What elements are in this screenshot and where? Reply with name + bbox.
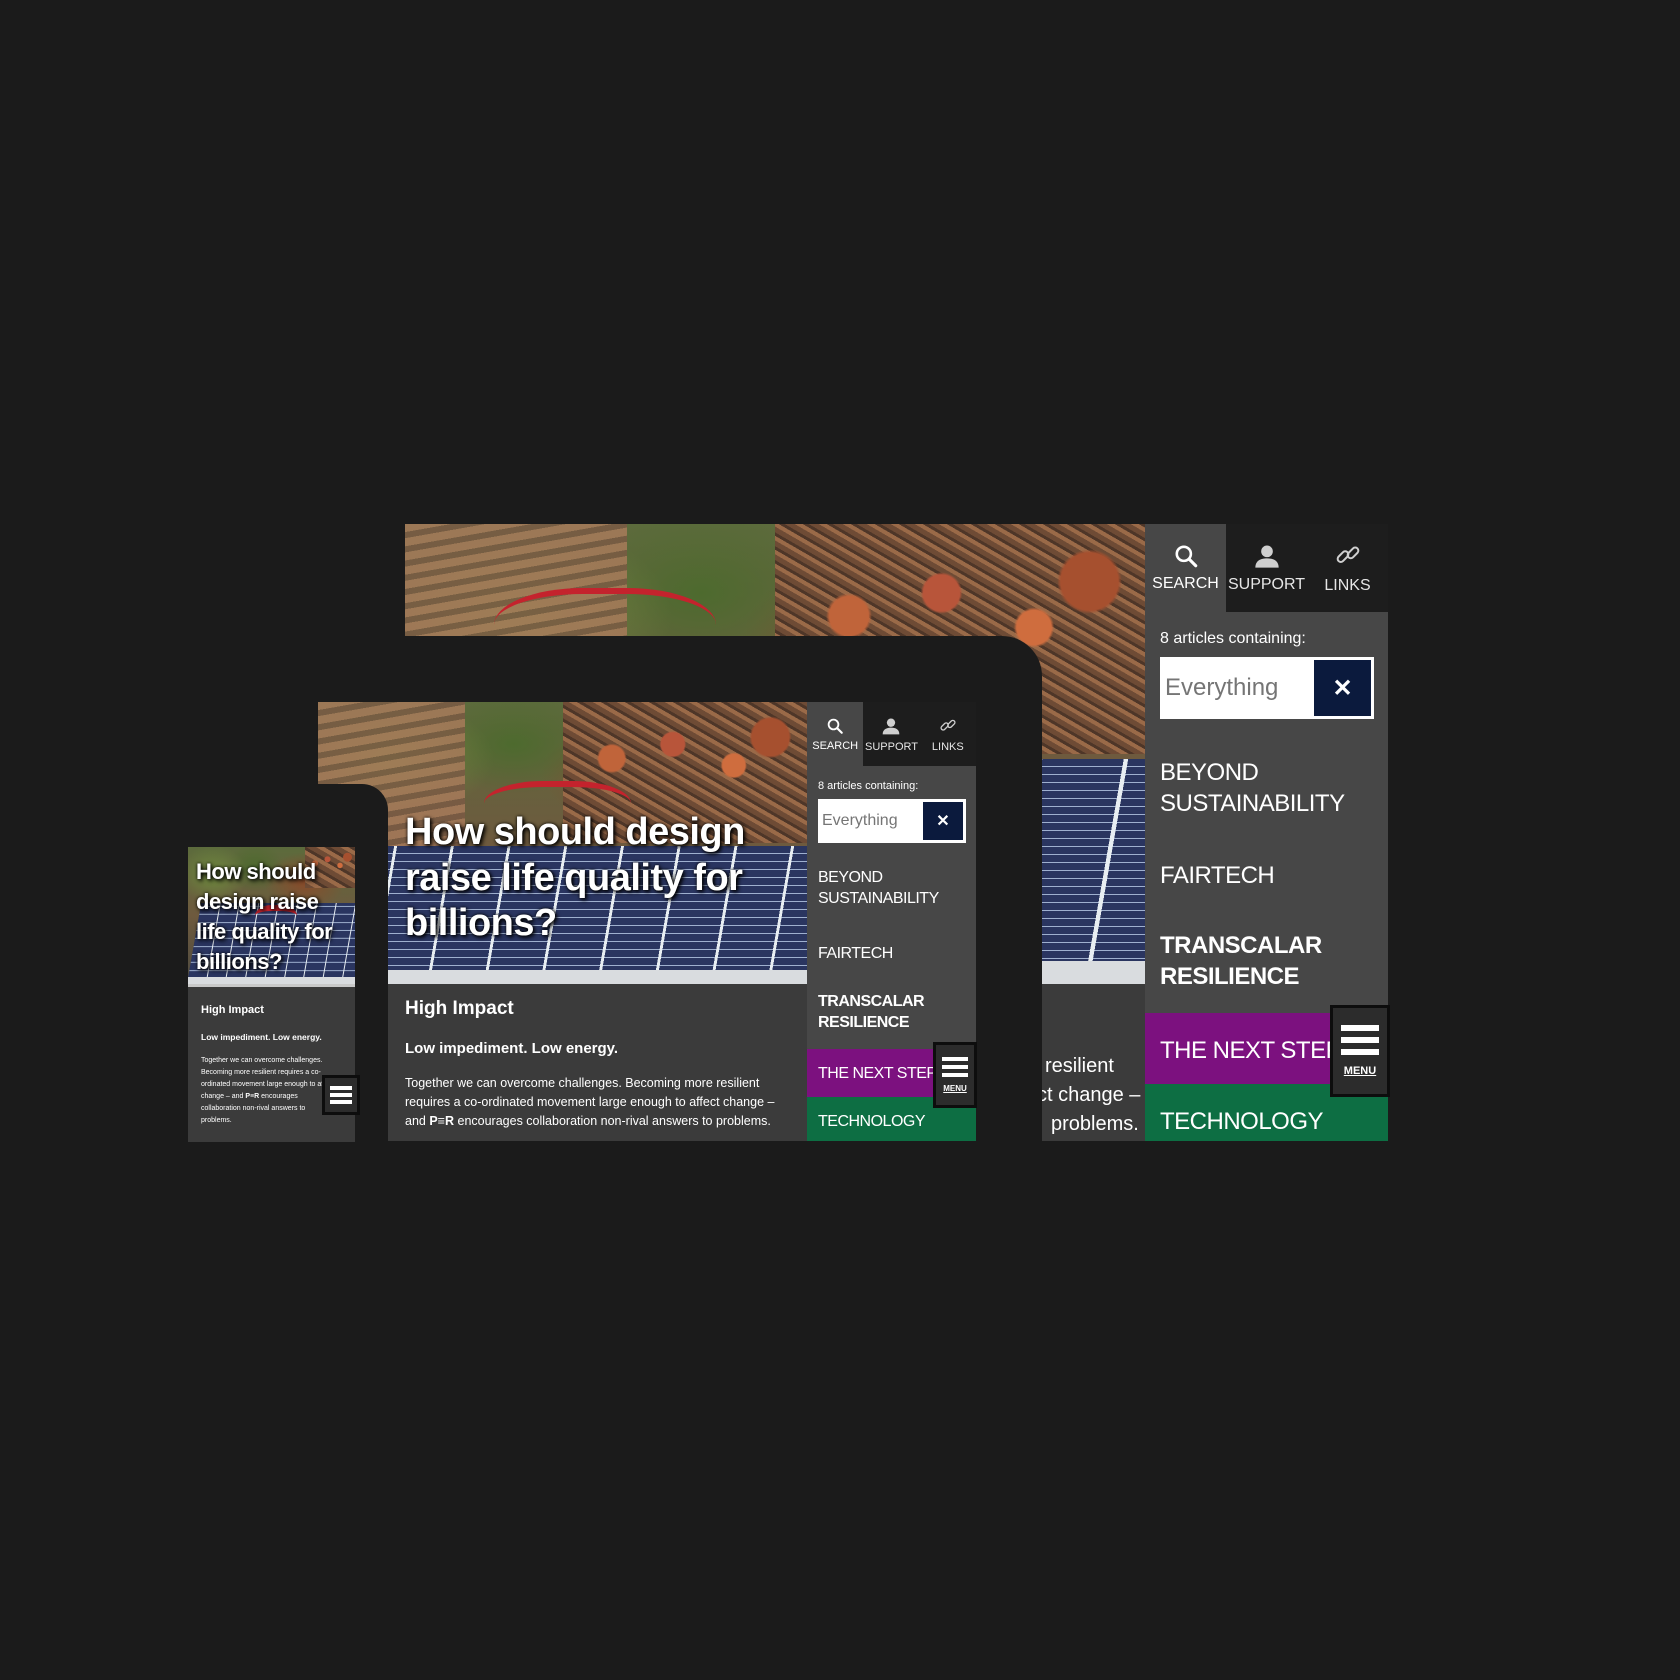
tablet-search-box: ✕ — [818, 799, 966, 843]
user-icon — [883, 718, 900, 734]
article-body: Together we can overcome challenges. Bec… — [405, 1076, 775, 1128]
articles-count: 8 articles containing: — [818, 780, 919, 792]
nav-item-transcalar-resilience[interactable]: TRANSCALAR RESILIENCE — [807, 992, 976, 1034]
tablet-mockup: How should design raise life quality for… — [318, 702, 977, 1141]
link-icon — [940, 719, 956, 731]
section-title: High Impact — [201, 1004, 264, 1016]
nav-item-beyond-sustainability[interactable]: BEYOND SUSTAINABILITY — [807, 868, 976, 910]
tab-links[interactable]: LINKS — [1307, 524, 1388, 612]
tab-links[interactable]: LINKS — [920, 702, 976, 766]
close-icon: ✕ — [936, 813, 950, 830]
mobile-headline: How should design raise life quality for… — [196, 859, 333, 974]
tablet-headline: How should design raise life quality for… — [405, 811, 745, 945]
search-icon — [1174, 545, 1197, 568]
user-icon — [1254, 545, 1279, 568]
hamburger-icon — [1341, 1025, 1379, 1055]
tablet-article-panel: High Impact Low impediment. Low energy. … — [386, 984, 807, 1141]
desktop-nav-panel: SEARCH SUPPORT LINKS 8 articles containi… — [1145, 524, 1390, 1141]
section-subtitle: Low impediment. Low energy. — [201, 1032, 322, 1042]
section-title: High Impact — [405, 998, 514, 1019]
tab-support[interactable]: SUPPORT — [1226, 524, 1307, 612]
search-input[interactable] — [1163, 660, 1314, 716]
per-logo-text: P≡R — [429, 1114, 455, 1128]
link-icon — [1336, 546, 1359, 563]
desktop-search-box: ✕ — [1160, 657, 1374, 719]
menu-button[interactable]: MENU — [1330, 1005, 1390, 1097]
hamburger-icon — [330, 1086, 352, 1104]
nav-item-beyond-sustainability[interactable]: BEYOND SUSTAINABILITY — [1145, 757, 1388, 819]
mobile-mockup: How should design raise life quality for… — [188, 847, 360, 1142]
nav-item-fairtech[interactable]: FAIRTECH — [1145, 860, 1388, 891]
article-body: Together we can overcome challenges. Bec… — [201, 1057, 335, 1124]
menu-button[interactable]: MENU — [933, 1042, 977, 1108]
articles-count: 8 articles containing: — [1160, 630, 1306, 647]
tablet-nav-panel: SEARCH SUPPORT LINKS 8 articles containi… — [807, 702, 977, 1141]
menu-button[interactable] — [322, 1075, 360, 1115]
hamburger-icon — [942, 1057, 968, 1077]
search-input[interactable] — [821, 802, 923, 840]
tablet-nav-tabs: SEARCH SUPPORT LINKS — [807, 702, 976, 766]
tab-support[interactable]: SUPPORT — [863, 702, 919, 766]
tab-search[interactable]: SEARCH — [807, 702, 864, 766]
tab-search[interactable]: SEARCH — [1145, 524, 1226, 612]
mobile-article-panel: High Impact Low impediment. Low energy. … — [188, 984, 355, 1142]
search-icon — [827, 718, 843, 734]
nav-item-fairtech[interactable]: FAIRTECH — [807, 944, 976, 965]
clear-search-button[interactable]: ✕ — [923, 802, 963, 840]
nav-item-transcalar-resilience[interactable]: TRANSCALAR RESILIENCE — [1145, 930, 1388, 992]
section-subtitle: Low impediment. Low energy. — [405, 1040, 619, 1057]
per-logo-text: P≡R — [245, 1093, 260, 1100]
close-icon: ✕ — [1332, 674, 1353, 702]
desktop-body-fragment: resilient ct change – problems. — [1037, 1055, 1141, 1135]
desktop-nav-tabs: SEARCH SUPPORT LINKS — [1145, 524, 1388, 612]
clear-search-button[interactable]: ✕ — [1314, 660, 1371, 716]
